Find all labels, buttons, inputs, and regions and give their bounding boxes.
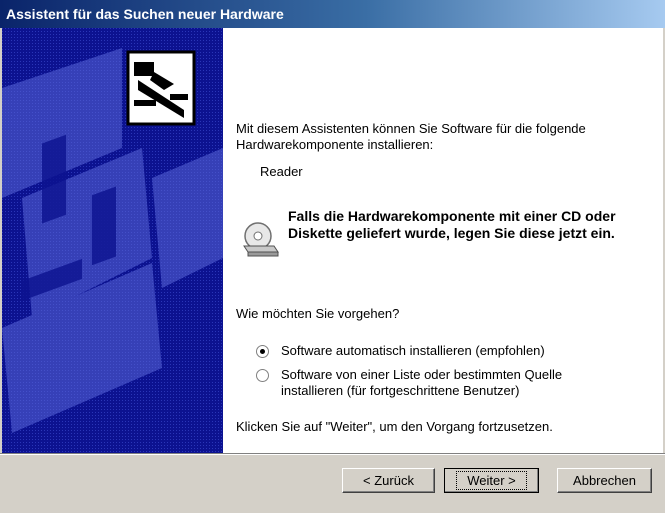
intro-text: Mit diesem Assistenten können Sie Softwa…: [236, 121, 586, 152]
cd-notice: Falls die Hardwarekomponente mit einer C…: [288, 208, 616, 241]
next-button-label[interactable]: Weiter >: [456, 471, 527, 490]
question-text: Wie möchten Sie vorgehen?: [236, 306, 400, 321]
main-pane: Mit diesem Assistenten können Sie Softwa…: [236, 28, 656, 453]
next-button[interactable]: Weiter >: [444, 468, 539, 493]
footer-separator: [0, 453, 665, 455]
option-auto-install-label[interactable]: Software automatisch installieren (empfo…: [281, 343, 611, 359]
radio-auto-install[interactable]: [256, 345, 269, 358]
side-panel: [2, 28, 223, 453]
hardware-card-icon: [124, 50, 196, 126]
option-manual-install-label[interactable]: Software von einer Liste oder bestimmten…: [281, 367, 611, 399]
option-auto-install[interactable]: Software automatisch installieren (empfo…: [256, 343, 611, 359]
device-name: Reader: [260, 164, 303, 179]
cancel-button[interactable]: Abbrechen: [557, 468, 652, 493]
title-bar[interactable]: Assistent für das Suchen neuer Hardware: [0, 0, 665, 28]
radio-manual-install[interactable]: [256, 369, 269, 382]
option-manual-install[interactable]: Software von einer Liste oder bestimmten…: [256, 367, 611, 399]
wizard-content: Mit diesem Assistenten können Sie Softwa…: [2, 28, 663, 453]
cd-drive-icon: [240, 218, 280, 258]
back-button[interactable]: < Zurück: [342, 468, 435, 493]
continue-hint: Klicken Sie auf "Weiter", um den Vorgang…: [236, 419, 553, 434]
wizard-window: Assistent für das Suchen neuer Hardware: [0, 0, 665, 513]
